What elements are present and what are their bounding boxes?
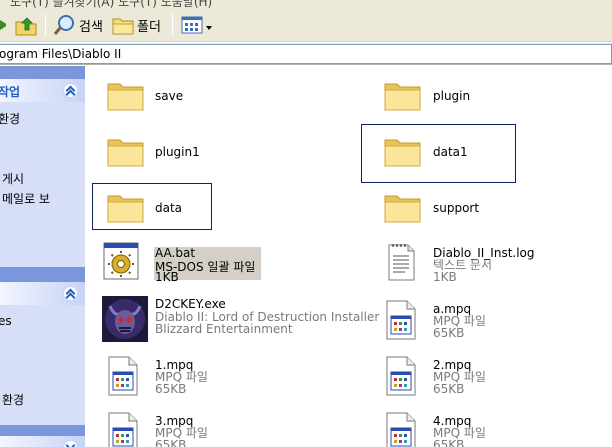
item-name: D2CKEY.exe [155,297,226,311]
mpq-file-icon [107,356,139,396]
text-document-icon [385,242,417,282]
views-icon [181,16,203,34]
folder-item[interactable]: data [107,190,207,230]
forward-button[interactable] [0,11,10,39]
file-item[interactable]: D2CKEY.exe Diablo II: Lord of Destructio… [102,296,379,342]
search-button-label: 검색 [79,19,103,35]
task-link[interactable]: 메일로 보 [2,190,50,207]
views-button[interactable] [177,11,218,39]
collapse-chevron-icon[interactable] [63,286,78,301]
address-input[interactable]: ogram Files\Diablo II [0,44,612,64]
task-pane-section-body: es 환경 [0,305,85,425]
folder-item[interactable]: plugin1 [107,134,227,174]
toolbar: 검색 폴더 [0,8,612,42]
task-link[interactable]: 환경 [0,110,20,127]
item-name: plugin [433,89,471,103]
collapse-chevron-icon[interactable] [63,83,78,98]
item-size: 65KB [433,438,465,447]
chevron-down-icon [206,20,214,30]
folder-icon [384,134,422,168]
item-size: 1KB [155,270,179,284]
item-name: data1 [433,145,468,159]
file-list: save plugin plugin1 data1 data support A… [85,66,612,447]
file-item[interactable]: 2.mpq MPQ 파일 65KB [385,354,525,400]
folder-icon [384,190,422,224]
task-pane-section-header[interactable] [0,436,85,447]
address-path: ogram Files\Diablo II [0,47,122,61]
file-item[interactable]: 1.mpq MPQ 파일 65KB [107,354,247,400]
item-name: data [155,201,183,215]
search-icon [54,15,74,35]
mpq-file-icon [107,412,139,447]
task-link[interactable]: 환경 [2,391,24,408]
folder-icon [107,190,145,224]
item-size: 65KB [433,382,465,396]
task-pane-section-header[interactable]: 작업 [0,79,85,102]
item-company: Blizzard Entertainment [155,322,293,336]
file-item[interactable]: Diablo_II_Inst.log 텍스트 문서 1KB [385,242,565,284]
mpq-file-icon [385,300,417,340]
batch-file-icon [103,242,139,280]
task-pane-section-title: 작업 [0,85,21,99]
task-link[interactable]: 게시 [2,170,24,187]
menu-bar-label: 도구(T) 즐겨찾기(A) 도구(T) 도움말(H) [10,0,213,8]
item-name: support [433,201,480,215]
mpq-file-icon [385,412,417,447]
task-pane-section-header[interactable] [0,282,85,305]
item-size: 65KB [155,438,187,447]
task-pane-section-body: 환경 게시 메일로 보 [0,102,85,267]
folder-icon [107,134,145,168]
folder-item[interactable]: plugin [384,78,504,118]
folders-button[interactable]: 폴더 [108,11,165,39]
file-item[interactable]: a.mpq MPQ 파일 65KB [385,298,525,344]
folders-button-label: 폴더 [137,19,161,35]
address-bar: ogram Files\Diablo II [0,43,612,65]
item-name: save [155,89,184,103]
task-link[interactable]: es [0,314,12,328]
toolbar-separator [172,14,173,36]
item-size: 65KB [155,382,187,396]
folder-icon [112,18,134,35]
up-folder-icon [15,17,37,36]
diablo-app-icon [102,296,148,342]
file-item[interactable]: 3.mpq MPQ 파일 65KB [107,410,247,447]
up-folder-button[interactable] [10,11,42,39]
forward-arrow-icon [0,20,6,30]
menu-bar: 도구(T) 즐겨찾기(A) 도구(T) 도움말(H) [0,0,612,8]
folder-icon [384,78,422,112]
folder-item[interactable]: support [384,190,504,230]
task-pane: 작업 환경 게시 메일로 보 es 환경 [0,66,85,447]
folder-item[interactable]: save [107,78,227,118]
file-item[interactable]: AA.bat MS-DOS 일괄 파일 1KB [103,242,263,284]
item-size: 1KB [433,270,457,284]
folder-item[interactable]: data1 [384,134,504,174]
toolbar-separator [45,14,46,36]
expand-chevron-icon[interactable] [63,440,78,447]
item-size: 65KB [433,326,465,340]
folder-icon [107,78,145,112]
mpq-file-icon [385,356,417,396]
file-item[interactable]: 4.mpq MPQ 파일 65KB [385,410,525,447]
search-button[interactable]: 검색 [50,11,107,39]
item-name: plugin1 [155,145,200,159]
